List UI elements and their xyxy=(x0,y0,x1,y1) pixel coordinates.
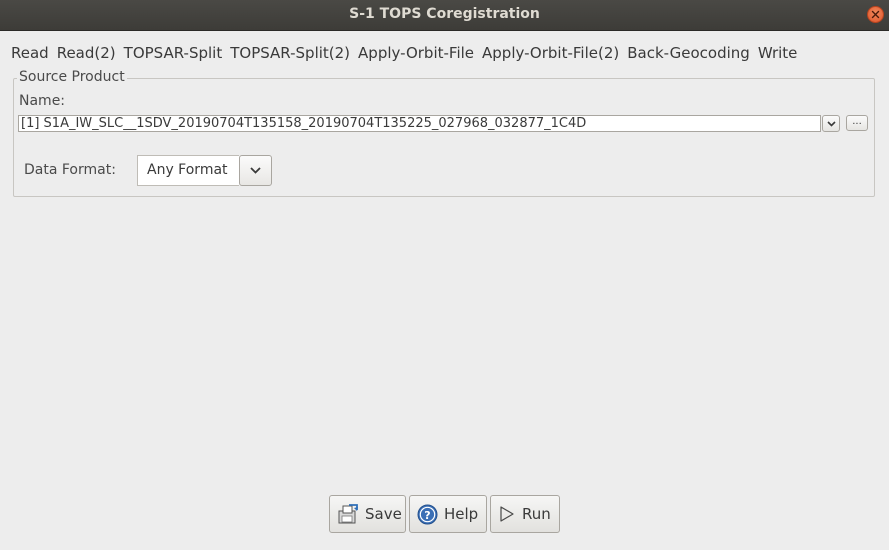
run-button-label: Run xyxy=(522,505,551,523)
close-button[interactable] xyxy=(867,6,884,23)
save-icon xyxy=(337,503,359,525)
chevron-down-icon xyxy=(250,167,261,174)
source-product-title: Source Product xyxy=(17,69,127,85)
browse-button[interactable]: ... xyxy=(846,115,868,131)
save-button[interactable]: Save xyxy=(329,495,406,533)
help-button-label: Help xyxy=(444,505,479,523)
tab-write[interactable]: Write xyxy=(758,44,798,62)
tab-apply-orbit-file-2[interactable]: Apply-Orbit-File(2) xyxy=(482,44,619,62)
close-icon xyxy=(871,10,880,19)
tab-topsar-split[interactable]: TOPSAR-Split xyxy=(124,44,223,62)
source-product-dropdown-button[interactable] xyxy=(822,115,840,132)
save-button-label: Save xyxy=(365,505,402,523)
window-title: S-1 TOPS Coregistration xyxy=(349,6,540,22)
title-bar[interactable]: S-1 TOPS Coregistration xyxy=(0,0,889,31)
tab-apply-orbit-file[interactable]: Apply-Orbit-File xyxy=(358,44,474,62)
data-format-select[interactable]: Any Format xyxy=(137,155,239,186)
operator-tabs: Read Read(2) TOPSAR-Split TOPSAR-Split(2… xyxy=(11,44,805,62)
data-format-label: Data Format: xyxy=(24,162,116,178)
help-icon: ? xyxy=(417,504,438,525)
play-icon xyxy=(498,505,516,523)
chevron-down-icon xyxy=(826,120,836,127)
svg-text:?: ? xyxy=(424,509,430,522)
tab-topsar-split-2[interactable]: TOPSAR-Split(2) xyxy=(230,44,350,62)
help-button[interactable]: ? Help xyxy=(409,495,487,533)
data-format-dropdown-button[interactable] xyxy=(239,155,272,186)
tab-back-geocoding[interactable]: Back-Geocoding xyxy=(627,44,750,62)
run-button[interactable]: Run xyxy=(490,495,560,533)
tab-read[interactable]: Read xyxy=(11,44,49,62)
tab-read-2[interactable]: Read(2) xyxy=(57,44,116,62)
source-product-select[interactable]: [1] S1A_IW_SLC__1SDV_20190704T135158_201… xyxy=(18,115,821,132)
dialog-window: S-1 TOPS Coregistration Read Read(2) TOP… xyxy=(0,0,889,550)
name-label: Name: xyxy=(19,93,66,109)
